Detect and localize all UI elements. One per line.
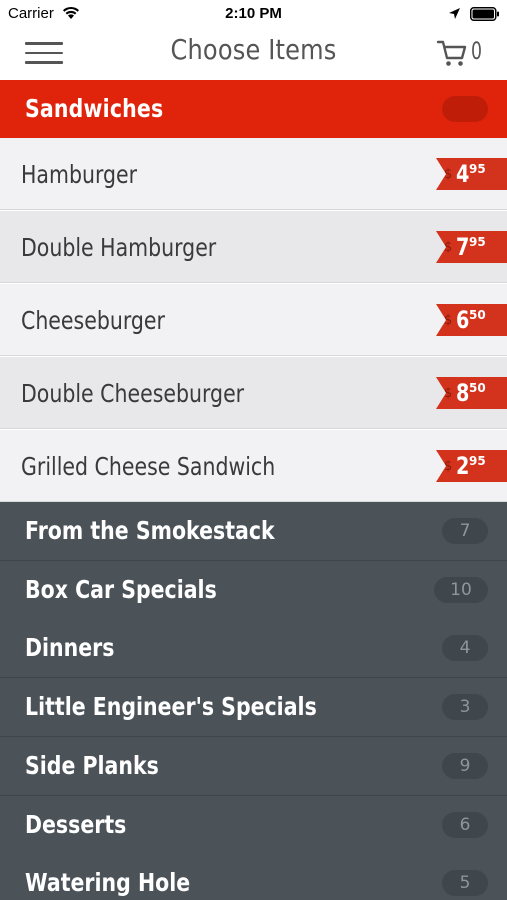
category-row[interactable]: Box Car Specials 10	[0, 560, 507, 620]
price-cents: 50	[469, 308, 486, 322]
cart-button[interactable]: 0	[436, 37, 492, 69]
price-currency: $	[444, 240, 453, 255]
price-cents: 95	[469, 235, 486, 249]
category-name: Box Car Specials	[25, 574, 217, 604]
price-tag: $6 50	[436, 304, 507, 336]
category-count-badge: 3	[442, 694, 488, 721]
price-cents: 95	[469, 454, 486, 468]
status-time: 2:10 PM	[225, 5, 282, 22]
category-count-badge: 10	[434, 576, 488, 603]
category-count-badge: 7	[442, 518, 488, 544]
cart-icon	[436, 37, 468, 74]
category-row[interactable]: Desserts 6	[0, 795, 507, 855]
category-name: Side Planks	[25, 750, 159, 780]
category-row[interactable]: Watering Hole 5	[0, 854, 507, 900]
price-currency: $	[444, 167, 453, 182]
price-whole: 4	[456, 160, 470, 188]
nav-bar: Choose Items 0	[0, 28, 507, 80]
menu-item-row[interactable]: Double Cheeseburger $8 50	[0, 357, 507, 429]
menu-item-row[interactable]: Double Hamburger $7 95	[0, 211, 507, 283]
price-currency: $	[444, 386, 453, 401]
price-cents: 50	[469, 381, 486, 395]
category-count-badge: 4	[442, 635, 488, 662]
price-whole: 8	[456, 379, 470, 407]
category-row[interactable]: Dinners 4	[0, 619, 507, 679]
category-row[interactable]: Side Planks 9	[0, 736, 507, 796]
menu-item-name: Grilled Cheese Sandwich	[21, 452, 276, 481]
category-name: From the Smokestack	[25, 516, 275, 545]
price-tag: $4 95	[436, 158, 507, 190]
category-name: Watering Hole	[25, 868, 191, 898]
menu-item-name: Double Cheeseburger	[21, 379, 245, 408]
category-name: Dinners	[25, 633, 115, 663]
price-tag: $2 95	[436, 450, 507, 482]
price-tag: $7 95	[436, 231, 507, 263]
category-row[interactable]: From the Smokestack 7	[0, 502, 507, 561]
category-row[interactable]: Little Engineer's Specials 3	[0, 678, 507, 738]
category-name: Little Engineer's Specials	[25, 692, 317, 722]
battery-icon	[470, 7, 500, 26]
category-count-badge: 9	[442, 752, 488, 779]
price-whole: 7	[456, 233, 470, 261]
price-cents: 95	[469, 162, 486, 176]
price-currency: $	[444, 459, 453, 474]
status-bar: Carrier 2:10 PM	[0, 0, 507, 28]
category-count-badge: 5	[442, 870, 488, 897]
menu-item-row[interactable]: Cheeseburger $6 50	[0, 284, 507, 356]
menu-item-row[interactable]: Hamburger $4 95	[0, 138, 507, 210]
section-title: Sandwiches	[25, 94, 164, 123]
category-count-badge: 6	[442, 811, 488, 838]
menu-item-name: Cheeseburger	[21, 306, 165, 335]
section-count-badge: 5	[442, 96, 488, 122]
price-whole: 2	[456, 452, 470, 480]
price-currency: $	[444, 313, 453, 328]
menu-item-row[interactable]: Grilled Cheese Sandwich $2 95	[0, 430, 507, 502]
category-name: Desserts	[25, 809, 127, 839]
price-tag: $8 50	[436, 377, 507, 409]
section-header-sandwiches[interactable]: Sandwiches 5	[0, 80, 507, 138]
menu-item-name: Hamburger	[21, 160, 138, 189]
page-title: Choose Items	[170, 33, 337, 66]
menu-item-name: Double Hamburger	[21, 233, 217, 262]
location-icon	[448, 7, 461, 25]
price-whole: 6	[456, 306, 470, 334]
cart-count: 0	[471, 37, 482, 65]
